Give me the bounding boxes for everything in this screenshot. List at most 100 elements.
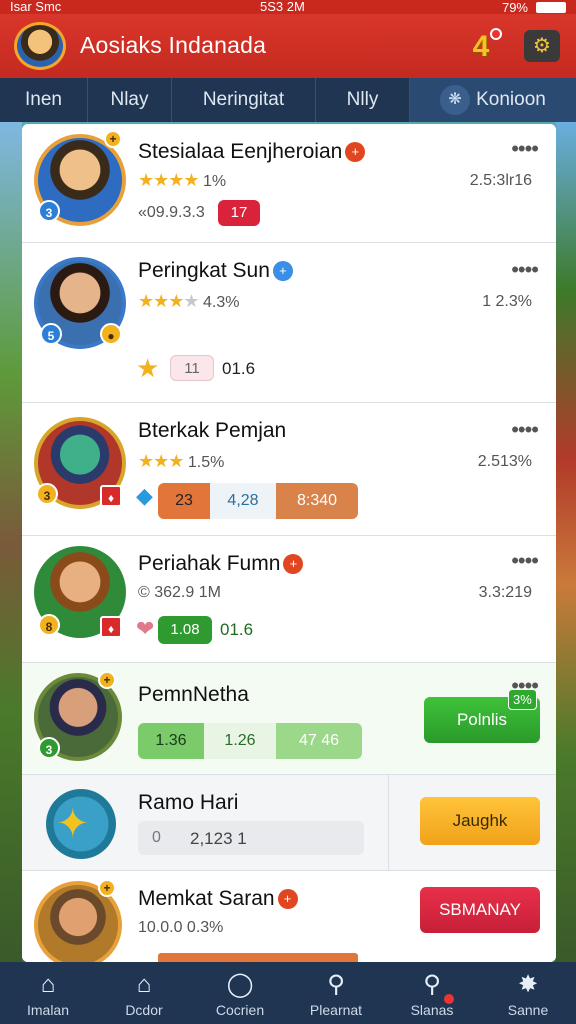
list-item[interactable]: ✦ Ramo Hari 0 2,123 1 Jaughk <box>22 775 556 871</box>
more-options-icon[interactable]: •••• <box>511 259 539 281</box>
nav-dcdor[interactable]: ⌂ Dcdor <box>96 962 192 1024</box>
search-icon: ⚲ <box>327 971 345 998</box>
tab-bar: Inen Nlay Neringitat Nlly ❋ Konioon <box>0 78 576 122</box>
amount-value: 2,123 1 <box>190 829 247 848</box>
score-chip[interactable]: 1.08 <box>158 616 212 644</box>
more-options-icon[interactable]: •••• <box>511 419 539 441</box>
nav-imalan[interactable]: ⌂ Imalan <box>0 962 96 1024</box>
background-scenery-right <box>556 122 576 964</box>
status-bar: Isar Smc 5S3 2M 79% <box>0 0 576 14</box>
plus-badge-icon: + <box>104 130 122 148</box>
level-badge: 5 <box>40 323 62 345</box>
app-logo-avatar[interactable] <box>14 22 66 70</box>
carrier-label: Isar Smc <box>10 0 62 14</box>
bottom-navigation: ⌂ Imalan ⌂ Dcdor ◯ Cocrien ⚲ Plearnat ⚲ … <box>0 962 576 1024</box>
player-name: Bterkak Pemjan <box>138 419 287 442</box>
player-stat: 2.5:3lr16 <box>469 172 532 189</box>
star-rating-icon: ★★★ <box>138 451 184 471</box>
player-detail: © 362.9 1M <box>138 584 221 601</box>
more-options-icon[interactable]: •••• <box>511 550 539 572</box>
stat-segment: 8:340 <box>276 483 358 519</box>
list-item[interactable]: 3 + Stesialaa Eenjheroian + •••• ★★★★ 1% … <box>22 124 556 243</box>
star-icon: ★ <box>136 353 160 383</box>
card-badge-icon: ♦ <box>100 485 122 507</box>
player-name: Memkat Saran + <box>138 887 298 911</box>
player-stat: 1 2.3% <box>482 293 532 310</box>
score-value: 01.6 <box>222 359 256 378</box>
level-badge: 3 <box>38 737 60 759</box>
player-name: Peringkat Sun + <box>138 259 293 283</box>
heart-icon: ❤ <box>136 616 155 641</box>
house-outline-icon: ⌂ <box>136 971 152 998</box>
list-item[interactable]: 3 + PemnNetha •••• 1.36 1.26 47 46 Polnl… <box>22 663 556 775</box>
danger-action-button[interactable]: SBMANAY <box>420 887 540 933</box>
nav-sanne[interactable]: ✸ Sanne <box>480 962 576 1024</box>
level-badge: 8 <box>38 614 60 636</box>
player-stat: 2.513% <box>477 453 532 470</box>
player-name: Stesialaa Eenjheroian + <box>138 140 366 164</box>
secondary-action-button[interactable]: Jaughk <box>420 797 540 845</box>
notification-dot <box>443 994 454 1004</box>
compass-icon: ◯ <box>226 971 254 998</box>
list-item[interactable]: 8 ♦ Periahak Fumn + •••• © 362.9 1M 3.3:2… <box>22 536 556 663</box>
item-name: Ramo Hari <box>138 791 239 814</box>
sword-icon: ✦ <box>56 802 90 846</box>
player-detail: 10.0.0 0.3% <box>138 919 224 936</box>
stat-bar: 23 4,28 8:340 <box>158 483 358 519</box>
amount-input[interactable]: 0 2,123 1 <box>138 821 364 855</box>
score-chip[interactable]: 17 <box>218 200 260 226</box>
player-detail: «09.9.3.3 <box>138 204 205 221</box>
nav-plearnat[interactable]: ⚲ Plearnat <box>288 962 384 1024</box>
add-icon: + <box>277 889 298 910</box>
clock: 5S3 2M <box>260 0 305 14</box>
home-icon: ⌂ <box>40 971 56 998</box>
star-rating-icon: ★★★★ <box>138 170 200 190</box>
fan-icon: ❋ <box>440 85 471 115</box>
list-item[interactable]: 3 ♦ Bterkak Pemjan •••• ★★★ 1.5% 2.513% … <box>22 403 556 536</box>
app-header: Aosiaks Indanada 4 ⚙ <box>0 14 576 78</box>
tab-konioon-label: Konioon <box>476 89 546 110</box>
player-rating: ★★★★ 1% <box>138 170 227 190</box>
notifications-button[interactable]: 4 <box>464 28 502 64</box>
stat-bar: 1.36 1.26 47 46 <box>138 723 362 759</box>
gem-icon: ◆ <box>136 483 153 508</box>
settings-button[interactable]: ⚙ <box>524 30 560 62</box>
notifications-count: 4 <box>472 30 490 63</box>
player-list[interactable]: 3 + Stesialaa Eenjheroian + •••• ★★★★ 1% … <box>22 124 556 962</box>
gear-icon: ✸ <box>517 971 539 998</box>
score-value: 01.6 <box>220 620 254 639</box>
tab-inen[interactable]: Inen <box>0 78 88 122</box>
add-icon: + <box>345 142 366 163</box>
battery-percent: 79% <box>501 0 528 15</box>
plus-badge-icon: + <box>98 879 116 897</box>
player-name: PemnNetha <box>138 683 249 706</box>
percent-tag: 3% <box>508 689 537 710</box>
score-chip[interactable]: 11 <box>170 355 214 381</box>
stat-segment: 4,28 <box>210 483 276 519</box>
tab-neringitat[interactable]: Neringitat <box>172 78 316 122</box>
app-title: Aosiaks Indanada <box>80 32 267 58</box>
battery-icon <box>536 1 566 13</box>
progress-strip <box>158 953 358 962</box>
background-scenery-left <box>0 122 22 964</box>
nav-slanas[interactable]: ⚲ Slanas <box>384 962 480 1024</box>
tab-nlay[interactable]: Nlay <box>88 78 172 122</box>
more-options-icon[interactable]: •••• <box>511 138 539 160</box>
level-badge: 3 <box>36 483 58 505</box>
stat-segment: 1.26 <box>204 723 276 759</box>
notification-dot <box>490 28 502 40</box>
card-badge-icon: ♦ <box>100 616 122 638</box>
star-rating-icon: ★★★★ <box>138 291 200 311</box>
coin-icon: 0 <box>152 829 161 846</box>
list-item[interactable]: + Memkat Saran + 10.0.0 0.3% SBMANAY <box>22 871 556 962</box>
magnify-badge-icon: ⚲ <box>423 971 441 998</box>
tab-nlly[interactable]: Nlly <box>316 78 410 122</box>
tab-konioon[interactable]: ❋ Konioon <box>410 78 576 122</box>
player-rating: ★★★★ 4.3% <box>138 291 240 311</box>
nav-cocrien[interactable]: ◯ Cocrien <box>192 962 288 1024</box>
list-item[interactable]: 5 ● Peringkat Sun + •••• ★★★★ 4.3% 1 2.3%… <box>22 243 556 403</box>
stat-segment: 47 46 <box>276 723 362 759</box>
player-stat: 3.3:219 <box>478 584 532 601</box>
player-name: Periahak Fumn + <box>138 552 304 576</box>
rank-badge-icon: ● <box>100 323 122 345</box>
